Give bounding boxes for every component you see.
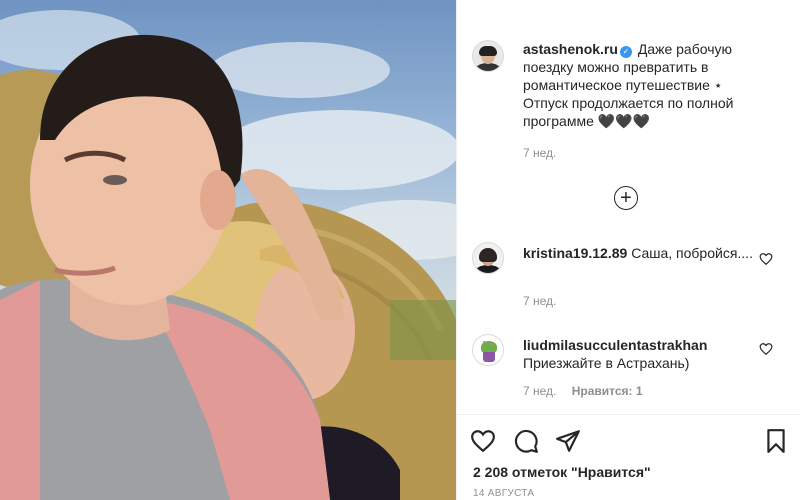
comment-avatar[interactable] bbox=[472, 334, 504, 366]
comment-meta: 7 нед. Нравится: 1 bbox=[523, 384, 655, 398]
comment-username[interactable]: kristina19.12.89 bbox=[523, 245, 627, 261]
comment-avatar[interactable] bbox=[472, 242, 504, 274]
load-more-comments-button[interactable]: + bbox=[614, 186, 638, 210]
comment-meta: 7 нед. bbox=[523, 294, 568, 308]
comment-age: 7 нед. bbox=[523, 294, 557, 308]
bookmark-icon[interactable] bbox=[763, 428, 789, 454]
small-heart-icon[interactable] bbox=[759, 252, 773, 266]
actions-divider bbox=[457, 414, 800, 415]
comment-item: liudmilasucculentastrakhan Приезжайте в … bbox=[523, 336, 755, 372]
verified-badge-icon: ✓ bbox=[619, 46, 632, 58]
heart-icon[interactable] bbox=[470, 428, 496, 454]
author-avatar[interactable] bbox=[472, 40, 504, 72]
comment-text: Приезжайте в Астрахань) bbox=[523, 355, 690, 371]
post-actions-bar bbox=[457, 426, 800, 456]
post-date: 14 АВГУСТА bbox=[473, 488, 535, 499]
caption-meta: 7 нед. bbox=[523, 146, 568, 160]
author-username[interactable]: astashenok.ru bbox=[523, 41, 618, 57]
comment-bubble-icon[interactable] bbox=[513, 428, 539, 454]
small-heart-icon[interactable] bbox=[759, 342, 773, 356]
post-side-panel: astashenok.ru ✓ Даже рабочую поездку можн… bbox=[457, 0, 800, 500]
comment-age: 7 нед. bbox=[523, 384, 557, 398]
plus-circle-icon: + bbox=[620, 187, 632, 209]
paper-plane-icon[interactable] bbox=[555, 428, 581, 454]
post-photo-illustration bbox=[0, 10, 456, 500]
post-caption: astashenok.ru ✓ Даже рабочую поездку можн… bbox=[523, 40, 755, 130]
comment-username[interactable]: liudmilasucculentastrakhan bbox=[523, 337, 707, 353]
likes-count-button[interactable]: 2 208 отметок "Нравится" bbox=[473, 464, 651, 480]
comment-text: Саша, побройся.... bbox=[631, 245, 753, 261]
comment-likes-button[interactable]: Нравится: 1 bbox=[572, 384, 643, 398]
comment-item: kristina19.12.89 Саша, побройся.... bbox=[523, 244, 755, 262]
caption-age: 7 нед. bbox=[523, 146, 557, 160]
post-photo[interactable] bbox=[0, 0, 456, 500]
